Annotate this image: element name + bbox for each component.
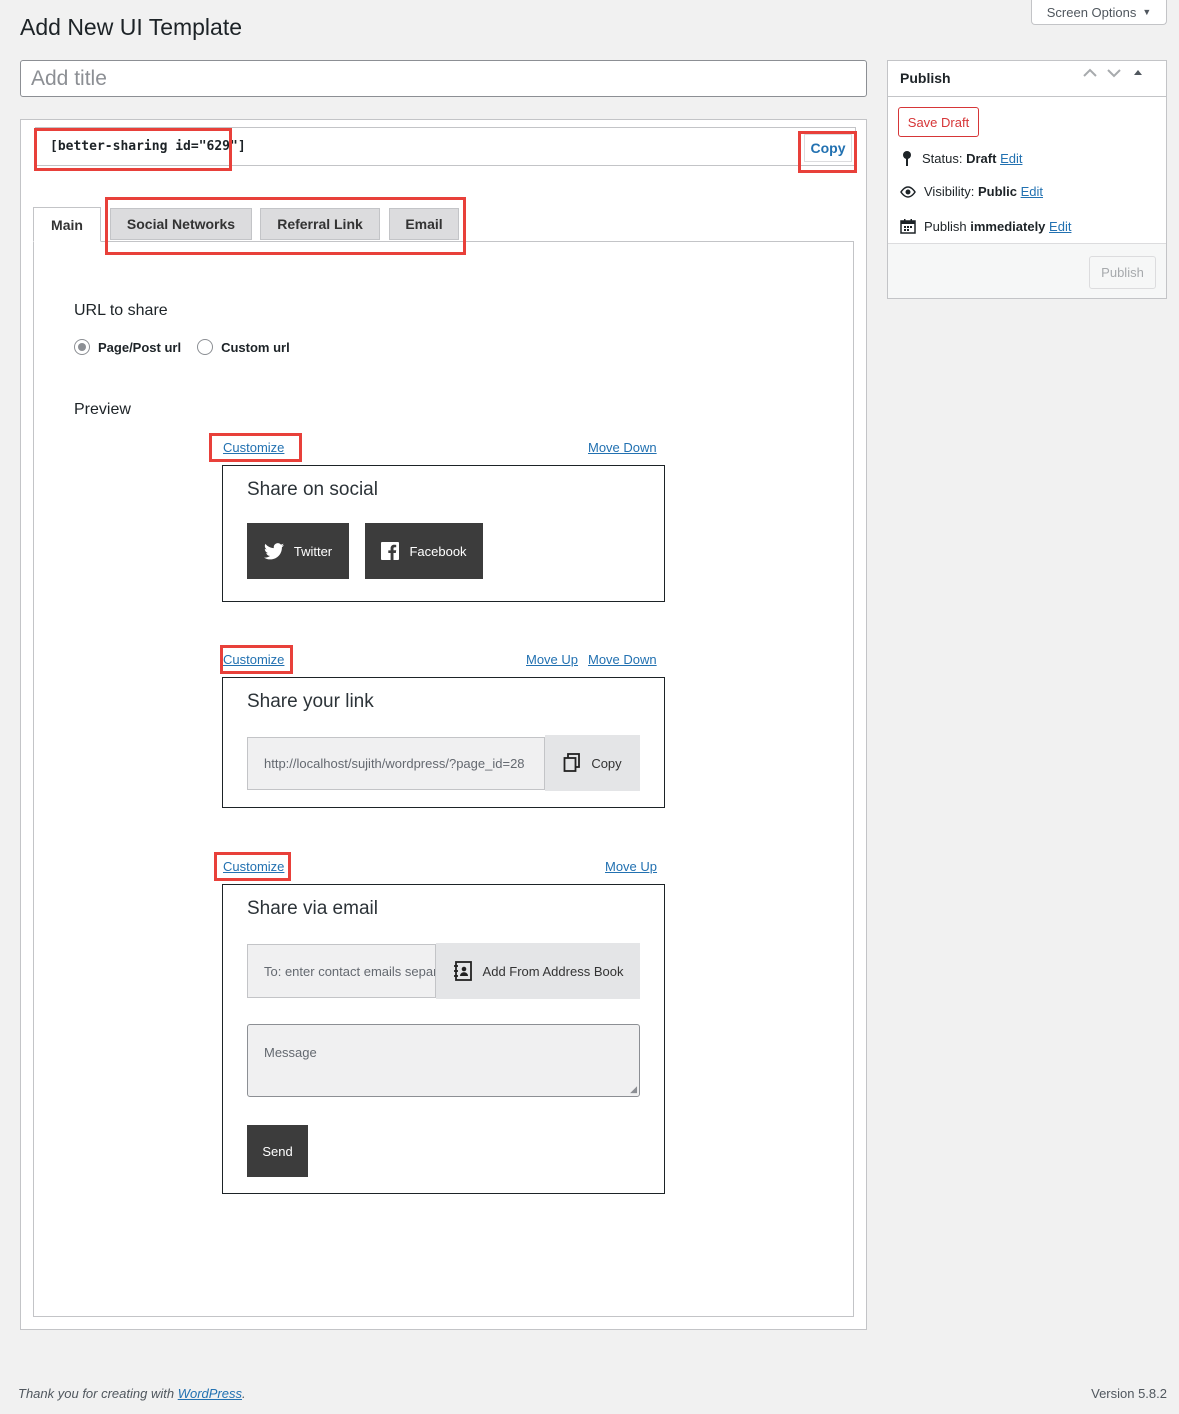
visibility-row: Visibility: Public Edit xyxy=(900,184,1043,199)
share-link-title: Share your link xyxy=(247,691,374,712)
address-book-icon xyxy=(453,961,472,981)
message-textarea[interactable]: Message ◢ xyxy=(247,1024,640,1097)
status-row: Status: Draft Edit xyxy=(900,150,1022,166)
tab-main[interactable]: Main xyxy=(33,207,101,242)
screen-options-label: Screen Options xyxy=(1046,4,1137,20)
edit-visibility-link[interactable]: Edit xyxy=(1021,184,1043,199)
edit-status-link[interactable]: Edit xyxy=(1000,151,1022,166)
caret-down-icon: ▼ xyxy=(1142,7,1152,17)
page-post-url-radio[interactable] xyxy=(74,339,90,355)
copy-shortcode-button[interactable]: Copy xyxy=(804,134,852,162)
screen-options-button[interactable]: Screen Options ▼ xyxy=(1031,0,1167,25)
message-placeholder: Message xyxy=(264,1045,317,1060)
eye-icon xyxy=(900,185,916,198)
schedule-label: Publish xyxy=(924,218,967,234)
url-radio-group: Page/Post url Custom url xyxy=(74,339,290,355)
tab-social-networks[interactable]: Social Networks xyxy=(110,208,252,240)
copy-link-button[interactable]: Copy xyxy=(545,735,640,791)
wordpress-link[interactable]: WordPress xyxy=(178,1386,242,1401)
footer-version: Version 5.8.2 xyxy=(1091,1386,1167,1401)
tab-email[interactable]: Email xyxy=(389,208,459,240)
page-title: Add New UI Template xyxy=(20,14,243,40)
footer-thanks-suffix: . xyxy=(242,1386,246,1401)
facebook-button[interactable]: Facebook xyxy=(365,523,483,579)
customize-social-link[interactable]: Customize xyxy=(223,440,284,455)
page-post-url-label: Page/Post url xyxy=(98,339,182,355)
custom-url-radio[interactable] xyxy=(197,339,214,355)
email-to-input[interactable]: To: enter contact emails separated by co… xyxy=(247,944,436,998)
publish-box-title: Publish xyxy=(900,70,951,86)
copy-icon xyxy=(563,753,581,772)
preview-label: Preview xyxy=(74,401,131,418)
schedule-value: immediately xyxy=(970,218,1046,234)
save-draft-button[interactable]: Save Draft xyxy=(898,107,979,137)
footer-thanks-text: Thank you for creating with xyxy=(18,1386,175,1401)
twitter-icon xyxy=(263,542,284,559)
move-down-link-link[interactable]: Move Down xyxy=(588,652,657,667)
calendar-icon xyxy=(900,219,916,234)
tab-referral-link[interactable]: Referral Link xyxy=(260,208,380,240)
twitter-button[interactable]: Twitter xyxy=(247,523,349,579)
customize-email-link[interactable]: Customize xyxy=(223,859,284,874)
share-url-input[interactable]: http://localhost/sujith/wordpress/?page_… xyxy=(247,737,545,790)
address-book-button[interactable]: Add From Address Book xyxy=(436,943,640,999)
title-input[interactable] xyxy=(20,60,867,97)
status-label: Status: xyxy=(922,150,963,166)
chevron-down-icon[interactable] xyxy=(1107,68,1121,78)
publish-button[interactable]: Publish xyxy=(1089,256,1156,289)
share-social-title: Share on social xyxy=(247,479,378,500)
facebook-icon xyxy=(381,542,400,560)
visibility-label: Visibility: xyxy=(924,184,975,199)
pin-icon xyxy=(903,151,911,166)
custom-url-label: Custom url xyxy=(221,339,290,355)
move-up-email-link[interactable]: Move Up xyxy=(605,859,657,874)
resize-handle-icon[interactable]: ◢ xyxy=(630,1084,637,1095)
schedule-row: Publish immediately Edit xyxy=(900,218,1071,234)
share-email-title: Share via email xyxy=(247,898,378,919)
move-up-link-link[interactable]: Move Up xyxy=(526,652,578,667)
twitter-label: Twitter xyxy=(293,543,333,559)
publish-box-controls xyxy=(1083,68,1145,78)
collapse-toggle-icon[interactable] xyxy=(1131,68,1145,78)
url-to-share-label: URL to share xyxy=(74,302,168,319)
move-down-social-link[interactable]: Move Down xyxy=(588,440,657,455)
footer-thanks: Thank you for creating with WordPress. xyxy=(18,1386,246,1401)
send-button[interactable]: Send xyxy=(247,1125,308,1177)
customize-link-link[interactable]: Customize xyxy=(223,652,284,667)
address-book-label: Add From Address Book xyxy=(482,963,624,979)
shortcode-text: [better-sharing id="629"] xyxy=(50,139,246,154)
facebook-label: Facebook xyxy=(409,543,467,559)
copy-link-label: Copy xyxy=(591,755,622,771)
visibility-value: Public xyxy=(977,184,1017,199)
edit-schedule-link[interactable]: Edit xyxy=(1049,219,1071,234)
status-value: Draft xyxy=(966,150,997,166)
chevron-up-icon[interactable] xyxy=(1083,68,1097,78)
